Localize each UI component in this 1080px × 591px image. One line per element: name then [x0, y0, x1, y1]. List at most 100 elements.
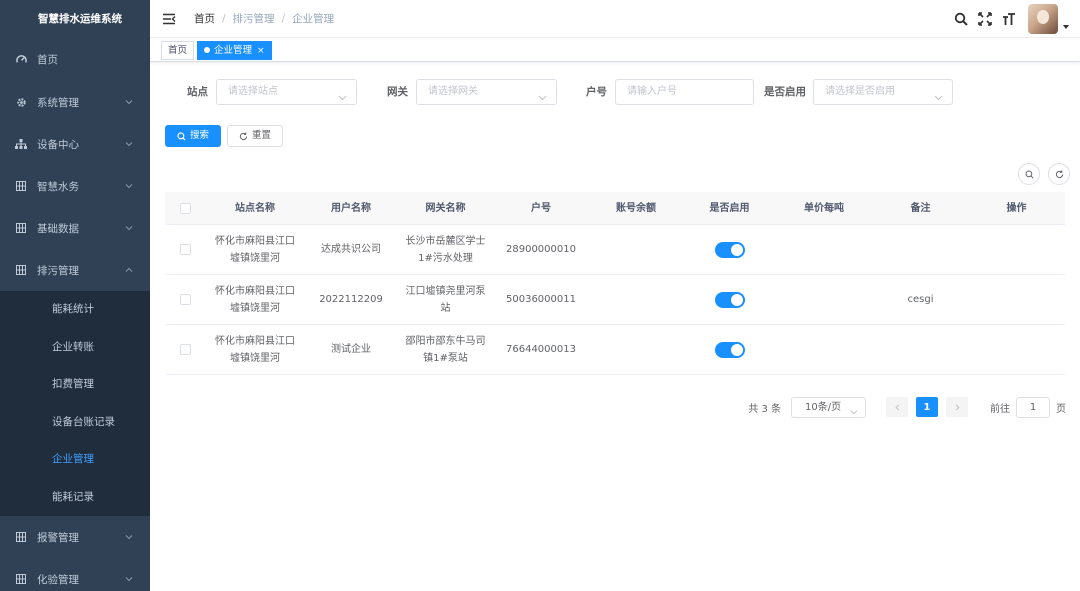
search-icon[interactable] [954, 12, 968, 26]
sidebar-subitem-energy-stats[interactable]: 能耗统计 [0, 291, 150, 329]
breadcrumb-separator: / [222, 13, 226, 25]
site-label: 站点 [187, 86, 208, 98]
sidebar-item-device[interactable]: 设备中心 [0, 123, 150, 165]
sidebar-item-base-data[interactable]: 基础数据 [0, 207, 150, 249]
search-button[interactable]: 搜索 [165, 125, 222, 147]
pagination-total: 共 3 条 [748, 403, 781, 415]
hamburger-icon[interactable] [162, 12, 176, 26]
page-size-select[interactable]: 10条/页 [791, 396, 866, 418]
breadcrumb-separator: / [281, 13, 286, 25]
site-select[interactable]: 请选择站点 [216, 79, 357, 105]
gateway-select[interactable]: 请选择网关 [416, 79, 557, 105]
gateway-name-text: 江口墟镇尧里河泵站 [405, 285, 486, 314]
row-checkbox[interactable] [179, 344, 191, 355]
page-number-current[interactable]: 1 [916, 397, 938, 417]
breadcrumb: 首页 / 排污管理 / 企业管理 [194, 0, 334, 38]
gateway-label: 网关 [387, 86, 408, 98]
cell-operation [968, 275, 1065, 324]
toggle-search-button[interactable] [1018, 163, 1040, 185]
chevron-down-icon [124, 181, 134, 191]
breadcrumb-home[interactable]: 首页 [194, 13, 215, 25]
gear-icon [15, 96, 27, 108]
fullscreen-icon[interactable] [978, 12, 992, 26]
row-checkbox-cell [165, 325, 205, 374]
sidebar-item-label: 报警管理 [37, 531, 79, 544]
sidebar-subitem-enterprise-mgmt[interactable]: 企业管理 [0, 441, 150, 479]
sidebar-subitem-device-ledger[interactable]: 设备台账记录 [0, 404, 150, 442]
table-row: 怀化市麻阳县江口墟镇饶里河 达成共识公司 长沙市岳麓区学士1#污水处理 2890… [165, 225, 1065, 275]
cell-gateway-name: 江口墟镇尧里河泵站 [397, 275, 494, 324]
site-name-text: 怀化市麻阳县江口墟镇饶里河 [215, 285, 295, 314]
sidebar-item-label: 化验管理 [37, 573, 79, 586]
caret-down-icon[interactable] [1062, 21, 1070, 29]
goto-suffix: 页 [1056, 403, 1066, 415]
header-balance: 账号余额 [616, 202, 656, 214]
enterprise-table: 站点名称 用户名称 网关名称 户号 账号余额 是否启用 单价每吨 备注 操作 怀… [165, 192, 1065, 375]
sidebar-item-home[interactable]: 首页 [0, 38, 150, 81]
chevron-down-icon [538, 88, 547, 101]
enabled-switch[interactable] [714, 291, 745, 308]
font-size-icon[interactable] [1002, 12, 1016, 26]
enabled-label: 是否启用 [764, 86, 806, 98]
account-label: 户号 [586, 86, 607, 98]
tag-label: 企业管理 [214, 45, 253, 56]
cell-unit-price [775, 225, 873, 274]
chevron-down-icon [338, 88, 347, 101]
gateway-placeholder: 请选择网关 [428, 86, 478, 97]
tag-enterprise-mgmt[interactable]: 企业管理 × [197, 41, 272, 60]
tags-view: 首页 企业管理 × [150, 38, 1080, 62]
refresh-icon [1055, 169, 1063, 178]
goto-page-input[interactable]: 1 [1016, 396, 1050, 418]
tag-home[interactable]: 首页 [161, 41, 195, 60]
chevron-up-icon [124, 265, 134, 275]
enabled-placeholder: 请选择是否启用 [825, 86, 895, 97]
account-placeholder: 请输入户号 [627, 86, 677, 97]
chevron-down-icon [124, 139, 134, 149]
chevron-down-icon [850, 404, 858, 414]
sidebar-item-smart-water[interactable]: 智慧水务 [0, 165, 150, 207]
row-checkbox[interactable] [179, 294, 191, 305]
enabled-select[interactable]: 请选择是否启用 [813, 79, 953, 105]
prev-page-button[interactable] [886, 397, 908, 417]
header-unit-price: 单价每吨 [804, 202, 844, 214]
sidebar: 智慧排水运维系统 首页 系统管理 设备中心 智慧水务 基础数据 排污管理 能耗统… [0, 0, 150, 591]
tree-icon [15, 138, 27, 150]
main-content: 站点 请选择站点 网关 请选择网关 户号 请输入户号 是否启用 请选择是否启用 … [150, 62, 1080, 591]
chevron-down-icon [124, 532, 134, 542]
chevron-left-icon [894, 404, 899, 410]
tag-label: 首页 [168, 45, 188, 56]
enabled-switch[interactable] [714, 341, 745, 358]
page-size-value: 10条/页 [805, 401, 842, 413]
cell-account: 50036000011 [506, 294, 576, 305]
refresh-icon [239, 131, 248, 140]
reset-button[interactable]: 重置 [227, 125, 284, 147]
table-row: 怀化市麻阳县江口墟镇饶里河 测试企业 邵阳市邵东牛马司镇1#泵站 7664400… [165, 325, 1065, 375]
header-account: 户号 [531, 202, 551, 214]
close-icon[interactable]: × [257, 46, 265, 56]
enabled-switch[interactable] [714, 241, 745, 258]
avatar[interactable] [1028, 4, 1058, 34]
cell-account: 76644000013 [506, 344, 576, 355]
sidebar-subitem-enterprise-transfer[interactable]: 企业转账 [0, 329, 150, 367]
sidebar-item-lab[interactable]: 化验管理 [0, 558, 150, 591]
search-icon [1024, 169, 1033, 178]
sidebar-item-alarm[interactable]: 报警管理 [0, 516, 150, 558]
sidebar-item-sewage[interactable]: 排污管理 [0, 249, 150, 291]
sidebar-subitem-deduction[interactable]: 扣费管理 [0, 366, 150, 404]
pagination: 共 3 条 10条/页 1 前往 1 页 [748, 396, 1066, 418]
chevron-down-icon [934, 88, 943, 101]
row-checkbox[interactable] [179, 244, 191, 255]
search-button-label: 搜索 [190, 130, 210, 141]
next-page-button[interactable] [946, 397, 968, 417]
account-input[interactable]: 请输入户号 [615, 79, 754, 105]
grid-icon [15, 264, 27, 276]
sidebar-item-system[interactable]: 系统管理 [0, 81, 150, 123]
right-menu [954, 0, 1080, 38]
chevron-down-icon [124, 223, 134, 233]
chevron-right-icon [955, 404, 960, 410]
sidebar-item-label: 首页 [37, 54, 58, 66]
select-all-checkbox[interactable] [179, 202, 191, 214]
sidebar-item-label: 基础数据 [37, 222, 79, 235]
sidebar-subitem-energy-records[interactable]: 能耗记录 [0, 479, 150, 517]
refresh-button[interactable] [1048, 163, 1070, 185]
